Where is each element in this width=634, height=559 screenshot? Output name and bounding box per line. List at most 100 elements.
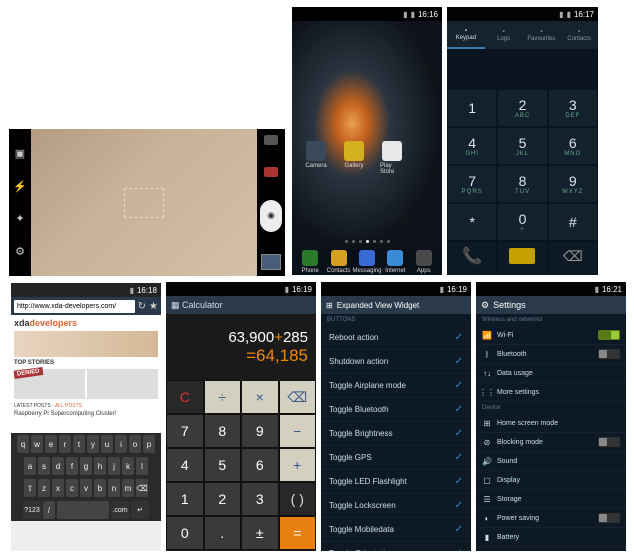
dock-icon-messaging[interactable]: Messaging <box>355 250 379 274</box>
key-t[interactable]: t <box>73 435 85 453</box>
widget-toggle-row[interactable]: Toggle Airplane mode✓ <box>321 374 471 398</box>
settings-row-storage[interactable]: ☰Storage <box>476 490 626 509</box>
calc-key-=[interactable]: = <box>279 516 317 550</box>
key-l[interactable]: l <box>136 457 148 475</box>
key-b[interactable]: b <box>94 479 106 497</box>
calc-key-±[interactable]: ± <box>241 516 279 550</box>
settings-gear-icon[interactable]: ⚙ <box>15 245 25 258</box>
settings-row-power-saving[interactable]: ◐Power saving <box>476 509 626 528</box>
settings-row-home-screen-mode[interactable]: ⊞Home screen mode <box>476 414 626 433</box>
dock-icon-apps[interactable]: Apps <box>412 250 436 274</box>
key-p[interactable]: p <box>143 435 155 453</box>
key-i[interactable]: i <box>115 435 127 453</box>
calc-key-0[interactable]: 0 <box>166 516 204 550</box>
key-s[interactable]: s <box>38 457 50 475</box>
key-a[interactable]: a <box>24 457 36 475</box>
key-y[interactable]: y <box>87 435 99 453</box>
key-⇧[interactable]: ⇧ <box>24 479 36 497</box>
app-icon-gallery[interactable]: Gallery <box>342 141 366 175</box>
calc-key-8[interactable]: 8 <box>204 414 242 448</box>
settings-row-sound[interactable]: 🔊Sound <box>476 452 626 471</box>
keypad-5[interactable]: 5JKL <box>497 127 547 165</box>
calc-key-×[interactable]: × <box>241 380 279 414</box>
calc-key-7[interactable]: 7 <box>166 414 204 448</box>
keypad-3[interactable]: 3DEF <box>548 89 598 127</box>
keypad-9[interactable]: 9WXYZ <box>548 165 598 203</box>
settings-row-display[interactable]: ▢Display <box>476 471 626 490</box>
keypad-0[interactable]: 0+ <box>497 203 547 241</box>
widget-toggle-row[interactable]: Toggle Brightness✓ <box>321 422 471 446</box>
toggle-switch[interactable] <box>598 330 620 340</box>
key-slash[interactable]: / <box>43 501 55 519</box>
settings-row-data-usage[interactable]: ↑↓Data usage <box>476 364 626 383</box>
webpage-content[interactable]: xdadevelopers TOP STORIES DENIED LATEST … <box>11 315 161 433</box>
keypad-#[interactable]: # <box>548 203 598 241</box>
key-r[interactable]: r <box>59 435 71 453</box>
article-headline[interactable]: Raspberry Pi Supercomputing Cluster! <box>14 411 158 417</box>
key-dotcom[interactable]: .com <box>111 501 129 519</box>
settings-row-more-settings[interactable]: ⋮⋮More settings <box>476 383 626 402</box>
story-tile[interactable]: DENIED <box>14 369 85 399</box>
widget-toggle-row[interactable]: Shutdown action✓ <box>321 350 471 374</box>
video-mode-icon[interactable] <box>264 167 278 177</box>
key-space[interactable] <box>57 501 109 519</box>
keypad-1[interactable]: 1 <box>447 89 497 127</box>
keypad-8[interactable]: 8TUV <box>497 165 547 203</box>
tab-keypad[interactable]: ▪Keypad <box>447 21 485 49</box>
tab-contacts[interactable]: ▪Contacts <box>560 21 598 49</box>
key-m[interactable]: m <box>122 479 134 497</box>
still-mode-icon[interactable] <box>264 135 278 145</box>
calc-key-2[interactable]: 2 <box>204 482 242 516</box>
toggle-switch[interactable] <box>598 513 620 523</box>
effects-icon[interactable]: ✦ <box>15 212 24 225</box>
wallpaper[interactable]: Camera Gallery Play Store <box>292 21 442 249</box>
calc-key-4[interactable]: 4 <box>166 448 204 482</box>
key-z[interactable]: z <box>38 479 50 497</box>
widget-toggle-row[interactable]: Toggle Bluetooth✓ <box>321 398 471 422</box>
calc-key-.[interactable]: . <box>204 516 242 550</box>
widget-toggle-row[interactable]: Toggle GPS✓ <box>321 446 471 470</box>
calc-key-⌫[interactable]: ⌫ <box>279 380 317 414</box>
toggle-switch[interactable] <box>598 349 620 359</box>
keypad-2[interactable]: 2ABC <box>497 89 547 127</box>
widget-toggle-row[interactable]: Toggle Lockscreen✓ <box>321 494 471 518</box>
key-v[interactable]: v <box>80 479 92 497</box>
widget-toggle-row[interactable]: Toggle Orientation✓ <box>321 542 471 551</box>
camera-viewfinder[interactable] <box>31 129 257 276</box>
dock-icon-contacts[interactable]: Contacts <box>327 250 351 274</box>
mode-icon[interactable]: ▣ <box>15 147 25 160</box>
flash-icon[interactable]: ⚡ <box>13 180 27 193</box>
bookmark-icon[interactable]: ★ <box>149 301 158 312</box>
key-⌫[interactable]: ⌫ <box>136 479 148 497</box>
call-button[interactable]: 📞 <box>447 241 497 271</box>
calc-key-÷[interactable]: ÷ <box>204 380 242 414</box>
calc-key-C[interactable]: C <box>166 380 204 414</box>
key-f[interactable]: f <box>66 457 78 475</box>
key-o[interactable]: o <box>129 435 141 453</box>
app-icon-camera[interactable]: Camera <box>304 141 328 175</box>
calc-key-6[interactable]: 6 <box>241 448 279 482</box>
key-n[interactable]: n <box>108 479 120 497</box>
gallery-thumbnail[interactable] <box>261 254 281 270</box>
settings-row-bluetooth[interactable]: ᛒBluetooth <box>476 345 626 364</box>
widget-toggle-row[interactable]: Reboot action✓ <box>321 326 471 350</box>
widget-toggle-row[interactable]: Toggle LED Flashlight✓ <box>321 470 471 494</box>
key-enter[interactable]: ↵ <box>131 501 149 519</box>
key-x[interactable]: x <box>52 479 64 497</box>
video-call-button[interactable] <box>497 241 547 271</box>
calc-key-+[interactable]: + <box>279 448 317 482</box>
keypad-4[interactable]: 4GHI <box>447 127 497 165</box>
story-tile[interactable] <box>87 369 158 399</box>
key-c[interactable]: c <box>66 479 78 497</box>
dock-icon-internet[interactable]: Internet <box>383 250 407 274</box>
key-symbols[interactable]: ?123 <box>23 501 41 519</box>
key-g[interactable]: g <box>80 457 92 475</box>
calc-key-−[interactable]: − <box>279 414 317 448</box>
key-e[interactable]: e <box>45 435 57 453</box>
key-q[interactable]: q <box>17 435 29 453</box>
widget-toggle-row[interactable]: Toggle Mobiledata✓ <box>321 518 471 542</box>
shutter-button[interactable]: ◉ <box>260 200 282 232</box>
tab-logs[interactable]: ▪Logs <box>485 21 523 49</box>
backspace-button[interactable]: ⌫ <box>548 241 598 271</box>
app-icon-play-store[interactable]: Play Store <box>380 141 404 175</box>
